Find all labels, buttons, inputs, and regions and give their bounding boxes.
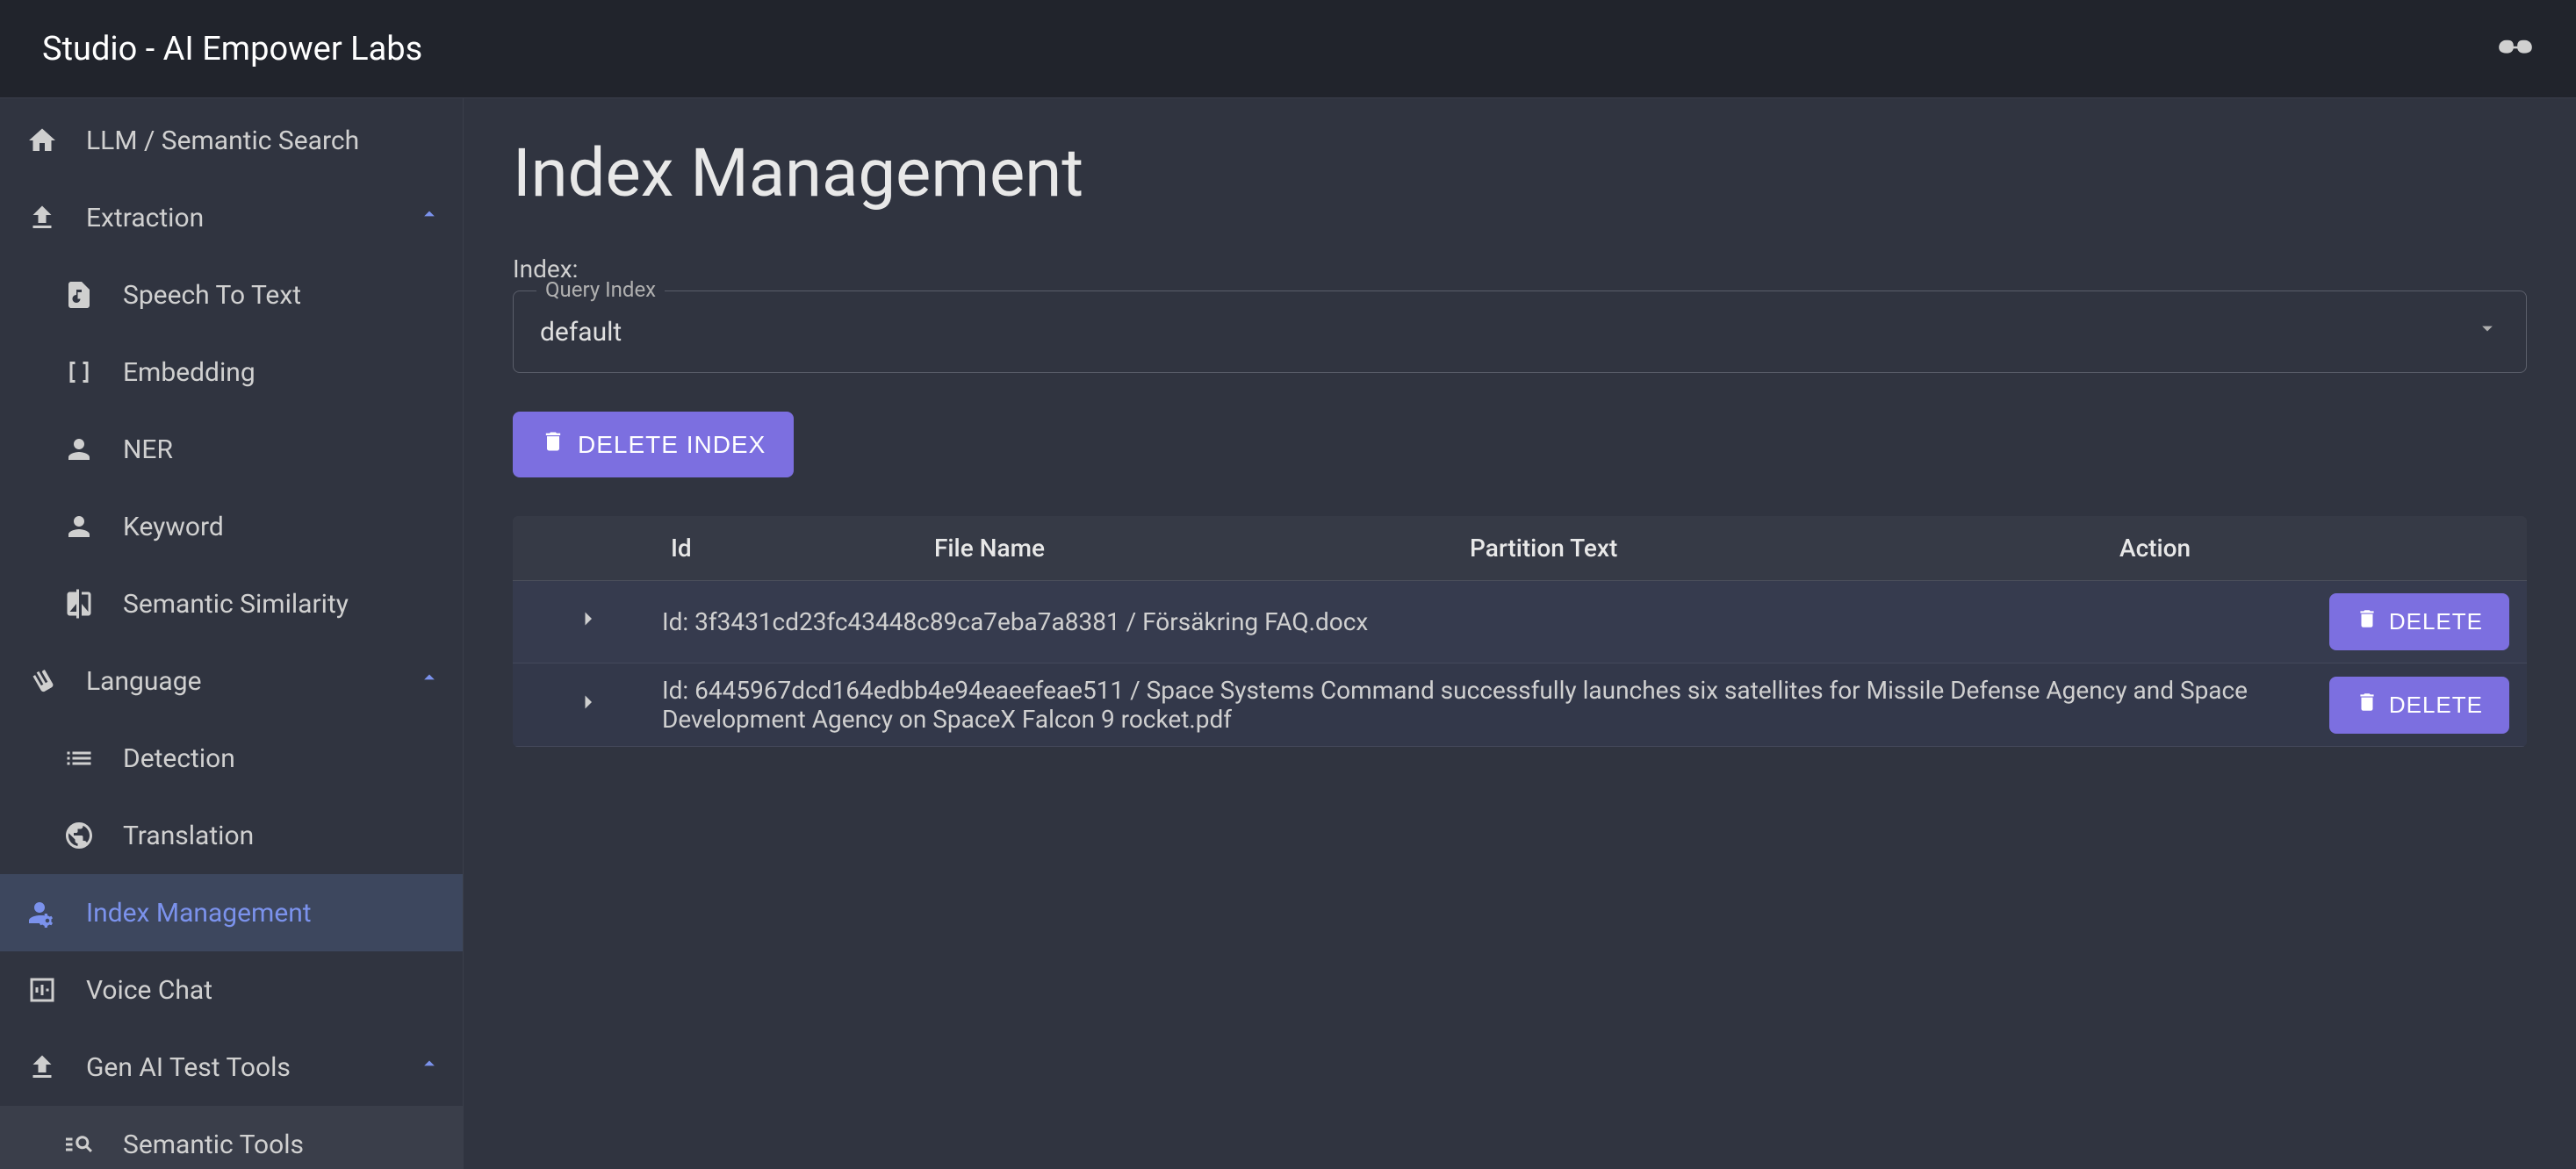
- waveform-icon: [25, 972, 60, 1008]
- delete-index-label: DELETE INDEX: [578, 431, 766, 459]
- manage-search-icon: [61, 1127, 97, 1162]
- delete-row-label: DELETE: [2389, 608, 2483, 635]
- trash-icon: [2356, 691, 2378, 720]
- sidebar-item-voice-chat[interactable]: Voice Chat: [0, 951, 463, 1029]
- sidebar-label: Embedding: [123, 357, 255, 388]
- sidebar-item-semantic-similarity[interactable]: Semantic Similarity: [0, 565, 463, 642]
- person-icon: [61, 509, 97, 544]
- app-title: Studio - AI Empower Labs: [42, 30, 422, 68]
- sidebar-group-gen-ai-test-tools[interactable]: Gen AI Test Tools: [0, 1029, 463, 1106]
- row-text: Id: 6445967dcd164edbb4e94eaeefeae511 / S…: [662, 676, 2329, 734]
- brackets-icon: [61, 355, 97, 390]
- sidebar-item-index-management[interactable]: Index Management: [0, 874, 463, 951]
- table-row: Id: 6445967dcd164edbb4e94eaeefeae511 / S…: [513, 663, 2527, 747]
- col-header-filename: File Name: [934, 534, 1470, 563]
- globe-icon: [61, 818, 97, 853]
- sidebar-label: LLM / Semantic Search: [86, 126, 359, 156]
- table-row: Id: 3f3431cd23fc43448c89ca7eba7a8381 / F…: [513, 581, 2527, 663]
- app-header: Studio - AI Empower Labs: [0, 0, 2576, 98]
- compare-icon: [61, 586, 97, 621]
- sidebar-item-llm-semantic-search[interactable]: LLM / Semantic Search: [0, 102, 463, 179]
- trash-icon: [541, 429, 565, 460]
- sidebar-label: NER: [123, 434, 173, 465]
- col-header-id: Id: [662, 534, 934, 563]
- page-title: Index Management: [513, 133, 2527, 212]
- caret-up-icon: [417, 202, 442, 233]
- sidebar-item-keyword[interactable]: Keyword: [0, 488, 463, 565]
- trash-icon: [2356, 607, 2378, 636]
- query-index-legend: Query Index: [536, 277, 665, 302]
- person-gear-icon: [25, 895, 60, 930]
- sidebar-label: Semantic Tools: [123, 1130, 304, 1160]
- row-text: Id: 3f3431cd23fc43448c89ca7eba7a8381 / F…: [662, 607, 2329, 636]
- sidebar-item-semantic-tools[interactable]: Semantic Tools: [0, 1106, 463, 1169]
- sidebar-group-extraction[interactable]: Extraction: [0, 179, 463, 256]
- query-index-select[interactable]: Query Index default: [513, 290, 2527, 373]
- dropdown-icon: [2475, 316, 2500, 348]
- index-table: Id File Name Partition Text Action Id: 3…: [513, 516, 2527, 747]
- expand-row-icon[interactable]: [574, 606, 601, 638]
- sidebar-label: Voice Chat: [86, 975, 212, 1006]
- col-header-partition: Partition Text: [1470, 534, 2119, 563]
- caret-up-icon: [417, 665, 442, 697]
- delete-row-button[interactable]: DELETE: [2329, 677, 2509, 734]
- sign-language-icon: [25, 663, 60, 699]
- delete-row-button[interactable]: DELETE: [2329, 593, 2509, 650]
- list-icon: [61, 741, 97, 776]
- table-header-row: Id File Name Partition Text Action: [513, 516, 2527, 581]
- sidebar-group-language[interactable]: Language: [0, 642, 463, 720]
- sidebar-label: Semantic Similarity: [123, 589, 349, 620]
- sidebar: LLM / Semantic Search Extraction Speech …: [0, 98, 464, 1169]
- sidebar-label: Detection: [123, 743, 235, 774]
- index-label: Index:: [513, 255, 2527, 283]
- glasses-icon[interactable]: [2497, 29, 2534, 69]
- upload-icon: [25, 1050, 60, 1085]
- expand-row-icon[interactable]: [574, 689, 601, 721]
- sidebar-item-translation[interactable]: Translation: [0, 797, 463, 874]
- sidebar-item-speech-to-text[interactable]: Speech To Text: [0, 256, 463, 333]
- sidebar-label: Translation: [123, 821, 254, 851]
- upload-icon: [25, 200, 60, 235]
- sidebar-item-embedding[interactable]: Embedding: [0, 333, 463, 411]
- sidebar-group-label: Gen AI Test Tools: [86, 1052, 291, 1083]
- delete-index-button[interactable]: DELETE INDEX: [513, 412, 794, 477]
- sidebar-group-label: Language: [86, 666, 202, 697]
- music-note-icon: [61, 277, 97, 312]
- delete-row-label: DELETE: [2389, 692, 2483, 719]
- sidebar-item-ner[interactable]: NER: [0, 411, 463, 488]
- query-index-value: default: [540, 317, 622, 348]
- person-icon: [61, 432, 97, 467]
- sidebar-label: Index Management: [86, 898, 312, 929]
- col-header-action: Action: [2119, 534, 2527, 563]
- sidebar-label: Speech To Text: [123, 280, 301, 311]
- caret-up-icon: [417, 1051, 442, 1083]
- sidebar-group-label: Extraction: [86, 203, 204, 233]
- sidebar-item-detection[interactable]: Detection: [0, 720, 463, 797]
- sidebar-label: Keyword: [123, 512, 224, 542]
- main-content: Index Management Index: Query Index defa…: [464, 98, 2576, 1169]
- home-icon: [25, 123, 60, 158]
